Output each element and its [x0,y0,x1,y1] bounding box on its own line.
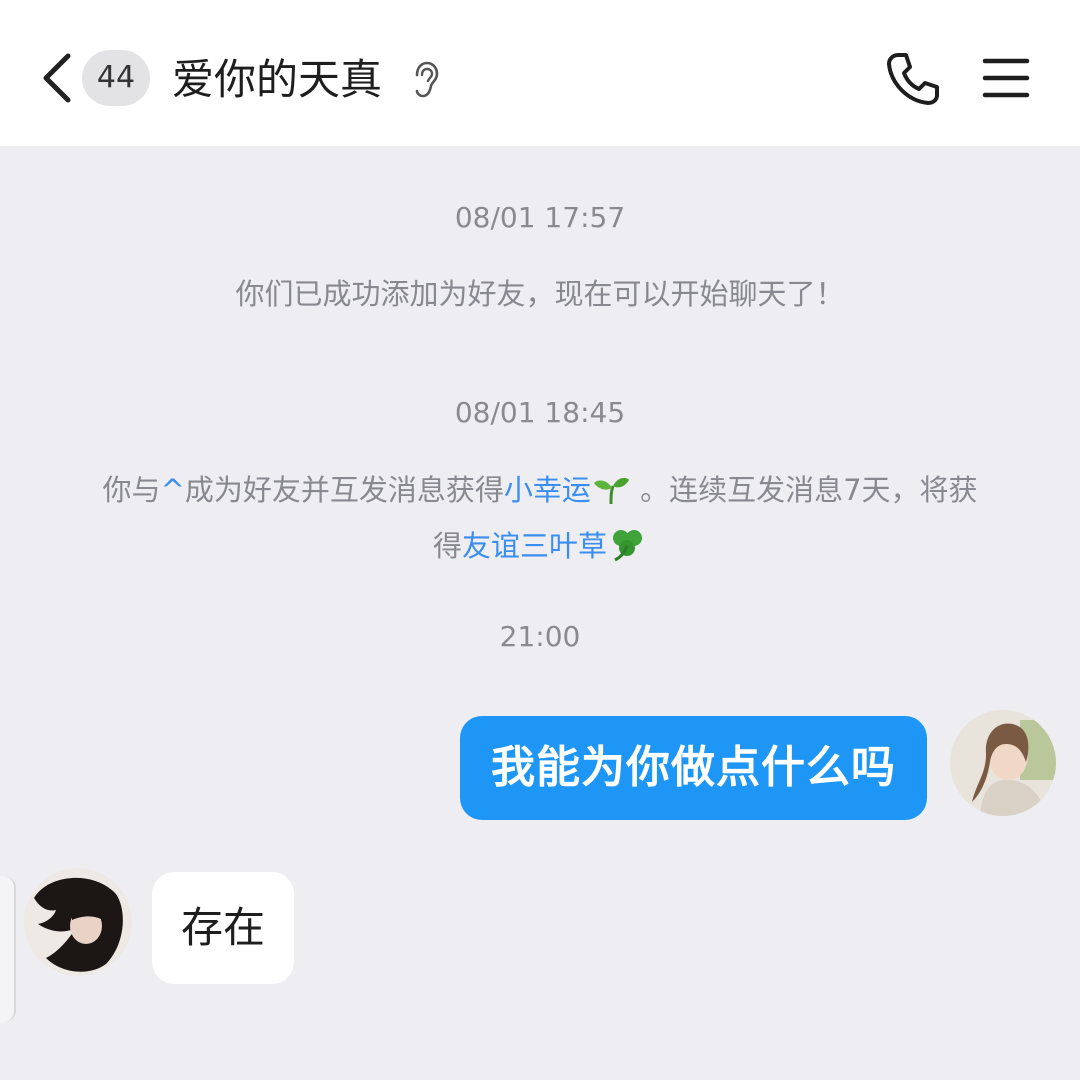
friendship-clover-link[interactable]: 友谊三叶草 [462,529,607,563]
timestamp: 08/01 18:45 [454,396,626,429]
avatar[interactable] [950,710,1056,816]
notice-text: 成为好友并互发消息获得 [184,473,504,507]
timestamp: 21:00 [499,620,581,653]
incoming-message-bubble[interactable]: 存在 [152,872,294,984]
phone-icon[interactable] [884,50,942,108]
chat-title: 爱你的天真 [172,55,383,104]
outgoing-message-bubble[interactable]: 我能为你做点什么吗 [460,716,927,820]
unread-count-badge[interactable]: 44 [82,50,150,106]
hamburger-menu-icon[interactable] [982,56,1030,100]
sprout-icon [593,477,629,505]
system-message-friendship-reward: 你与^成为好友并互发消息获得小幸运 。连续互发消息7天，将获 得友谊三叶草 [60,462,1020,574]
system-message-friend-added: 你们已成功添加为好友，现在可以开始聊天了！ [235,277,845,311]
small-luck-link[interactable]: 小幸运 [504,473,591,507]
chevron-left-icon[interactable] [36,48,76,108]
notice-text: 得 [432,529,462,563]
avatar-image [24,868,132,976]
notice-text: 你与 [102,473,161,507]
timestamp: 08/01 17:57 [454,201,626,234]
chat-header: 44 爱你的天真 [0,0,1080,146]
ear-icon[interactable] [410,60,442,100]
avatar[interactable] [24,868,132,976]
side-drawer-edge[interactable] [0,876,16,1022]
friend-name-link[interactable]: ^ [161,473,185,507]
avatar-image [950,710,1056,816]
clover-icon [613,530,643,562]
notice-text: 。连续互发消息7天，将获 [640,473,978,507]
